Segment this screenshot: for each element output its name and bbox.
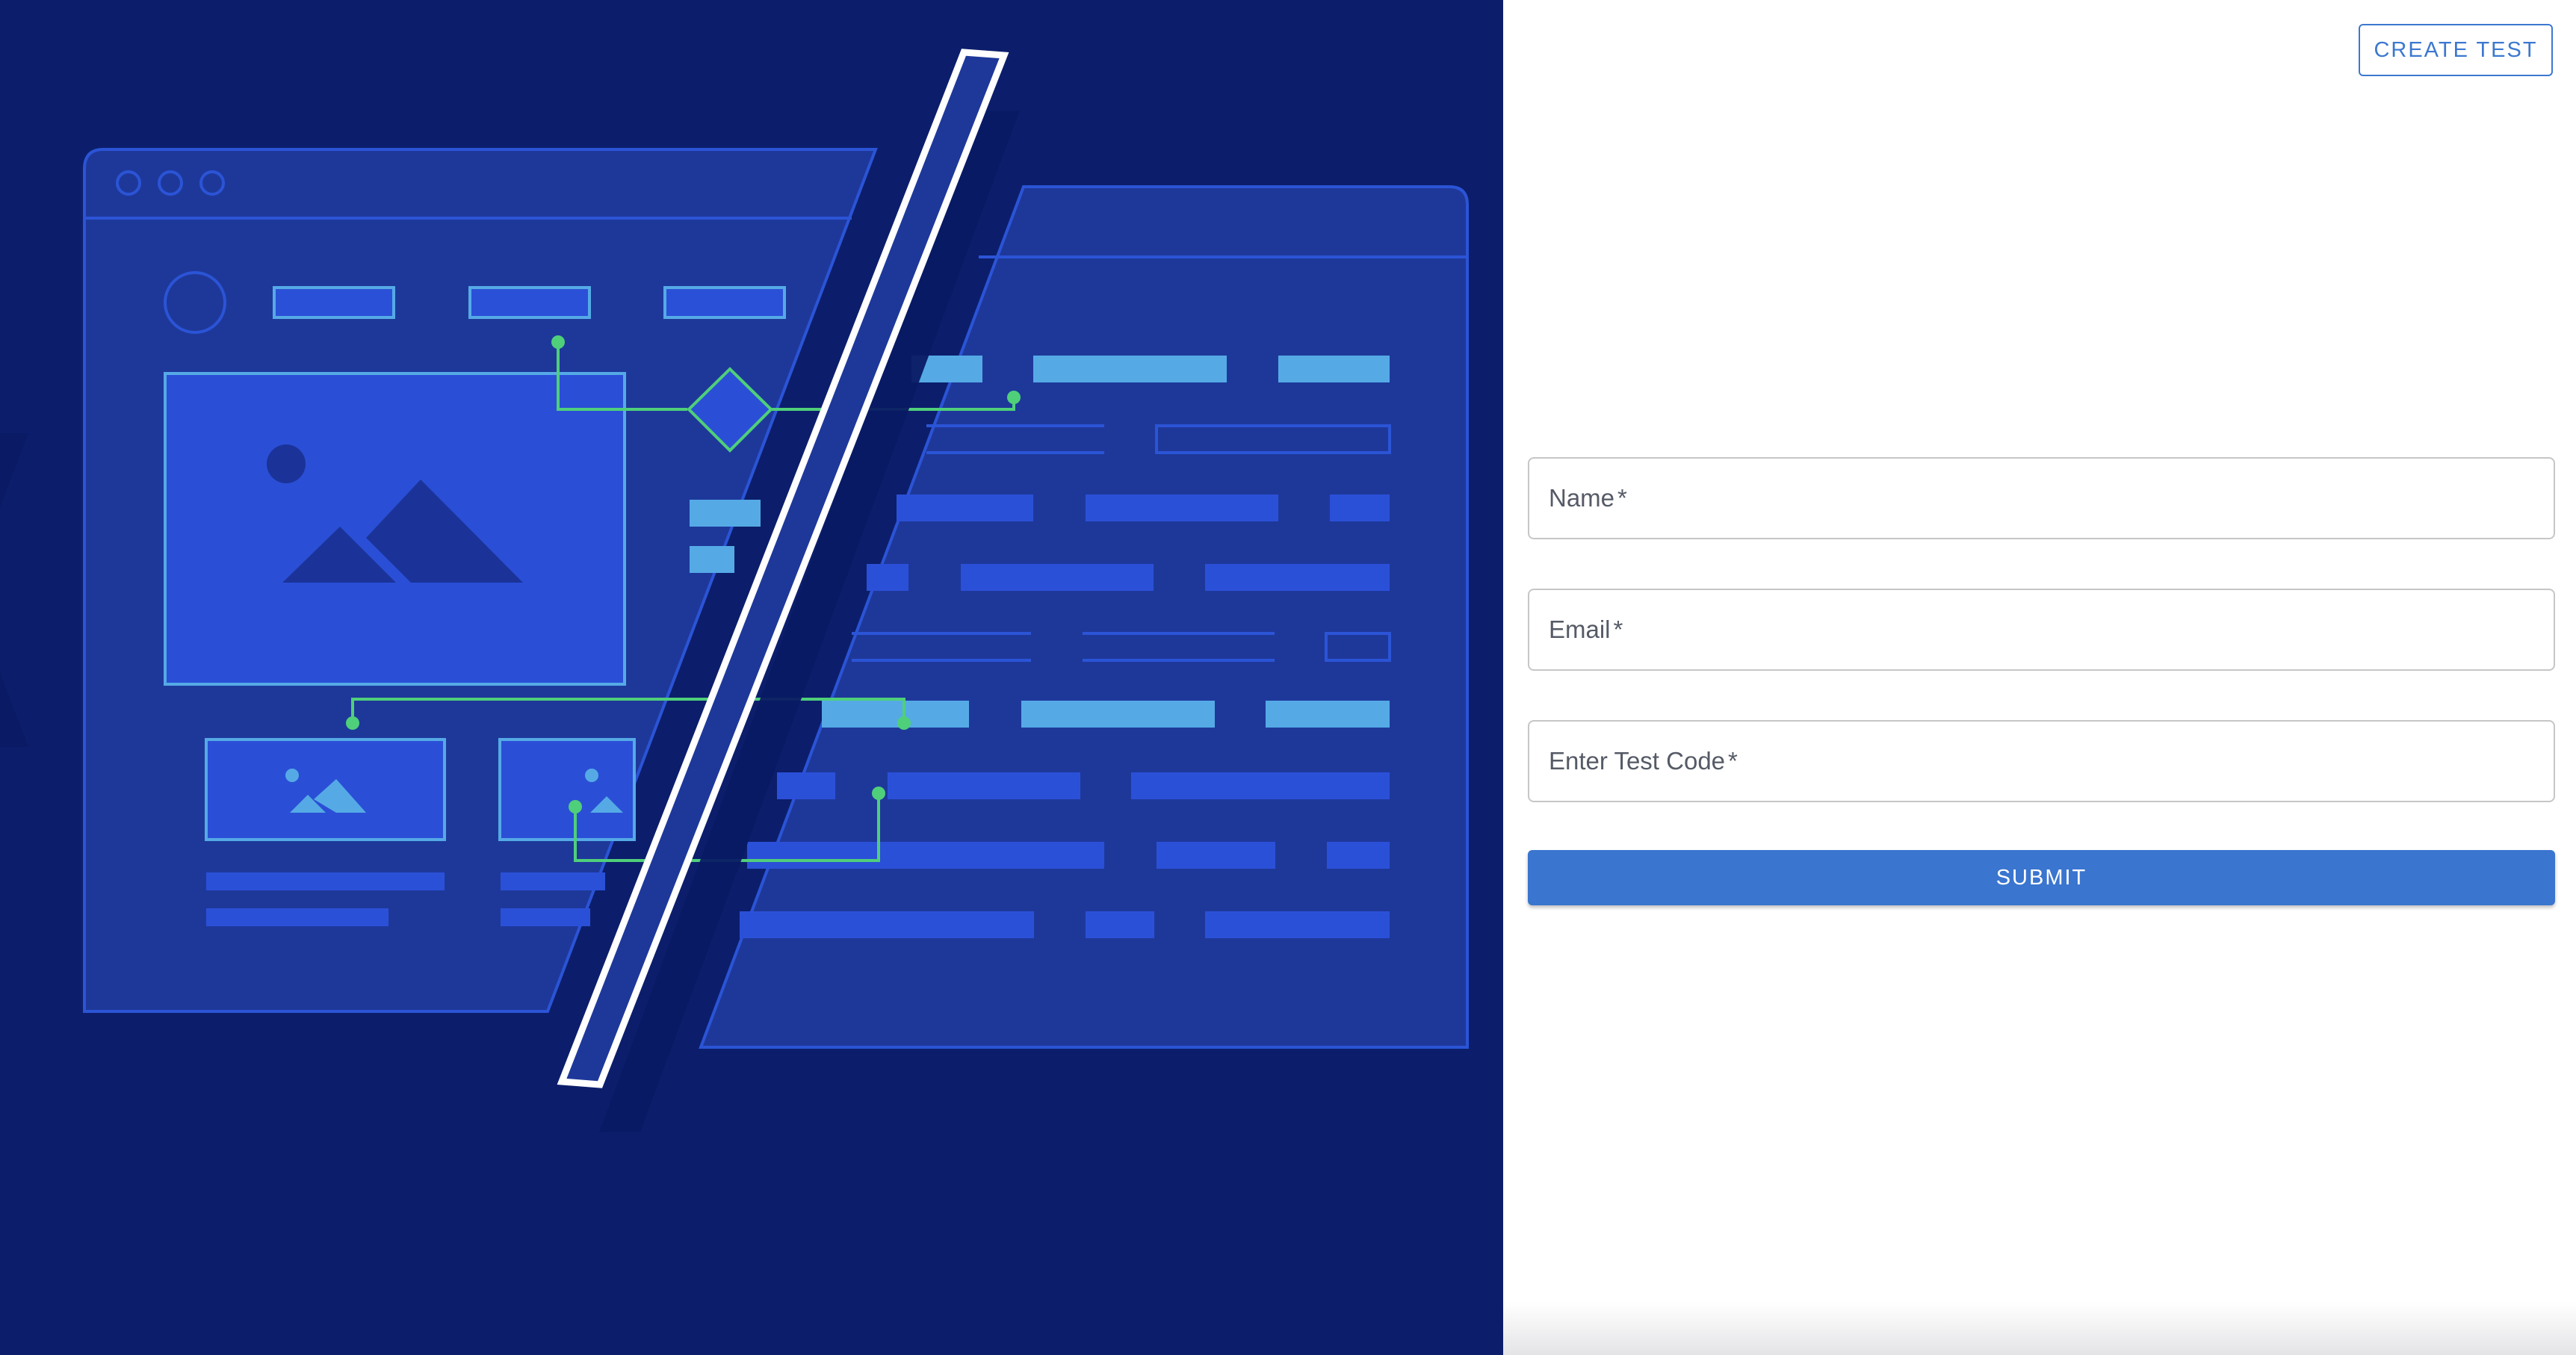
create-test-button[interactable]: CREATE TEST bbox=[2359, 24, 2553, 76]
form-panel: CREATE TEST Name * Email * Enter Test Code… bbox=[1503, 0, 2576, 1355]
create-test-label: CREATE TEST bbox=[2374, 37, 2538, 62]
illustration-svg bbox=[0, 49, 1469, 1132]
submit-button[interactable]: SUBMIT bbox=[1528, 850, 2555, 905]
required-mark: * bbox=[1617, 484, 1627, 512]
name-field[interactable]: Name * bbox=[1528, 457, 2555, 539]
required-mark: * bbox=[1613, 616, 1623, 643]
required-mark: * bbox=[1728, 747, 1738, 775]
bottom-shadow bbox=[1503, 1303, 2576, 1355]
submit-label: SUBMIT bbox=[1996, 865, 2087, 890]
image-placeholder-icon bbox=[164, 372, 626, 686]
test-code-field[interactable]: Enter Test Code * bbox=[1528, 720, 2555, 802]
name-field-label: Name bbox=[1549, 484, 1615, 512]
hero-illustration bbox=[0, 0, 1503, 1355]
email-field[interactable]: Email * bbox=[1528, 589, 2555, 671]
email-field-label: Email bbox=[1549, 616, 1611, 643]
test-code-field-label: Enter Test Code bbox=[1549, 747, 1726, 775]
